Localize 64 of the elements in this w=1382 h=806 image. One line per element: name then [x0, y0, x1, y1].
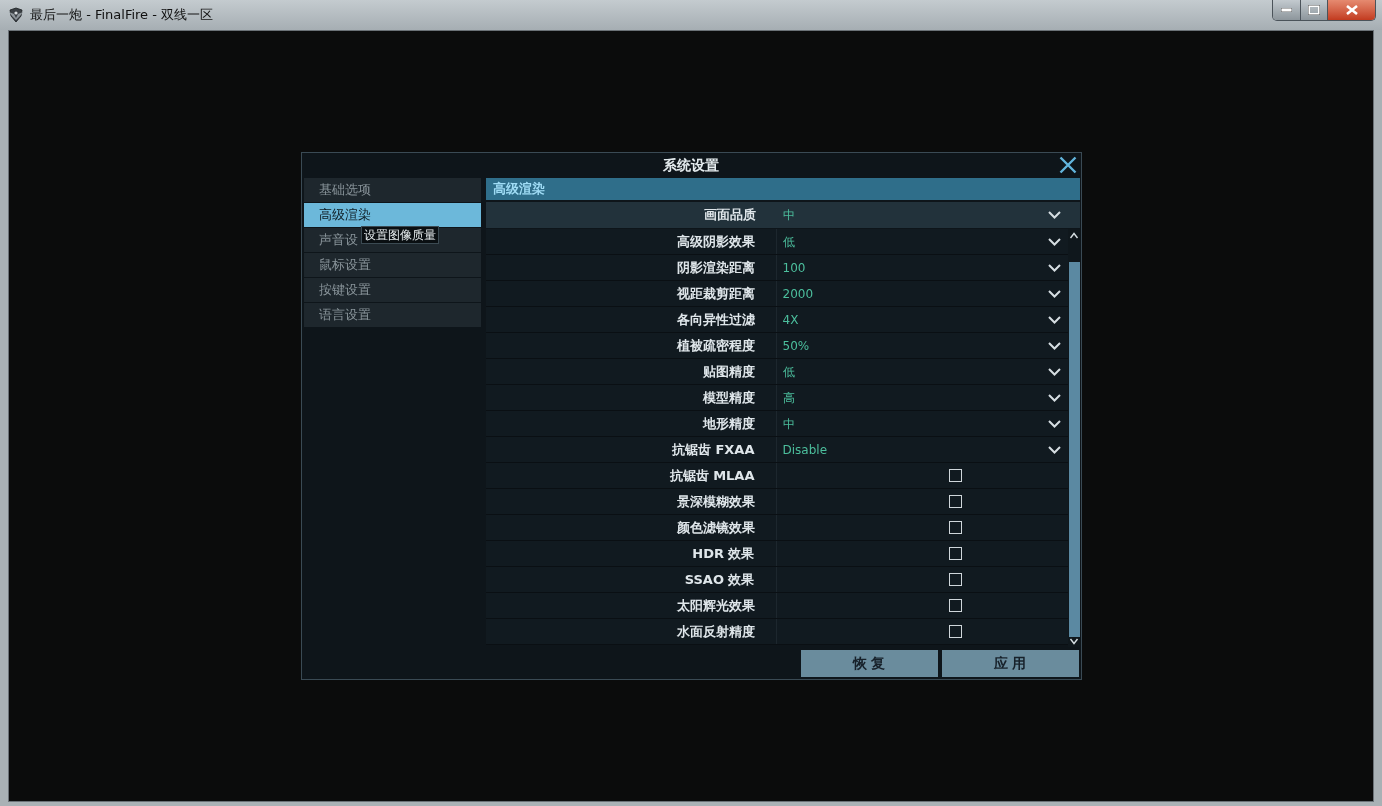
- tooltip: 设置图像质量: [360, 226, 439, 244]
- minimize-button[interactable]: [1273, 0, 1301, 20]
- checkbox[interactable]: [948, 547, 962, 560]
- chevron-down-icon: [1047, 445, 1061, 454]
- setting-label: HDR 效果: [692, 544, 755, 563]
- setting-label: SSAO 效果: [684, 570, 755, 589]
- apply-button[interactable]: 应 用: [941, 650, 1079, 677]
- maximize-button[interactable]: [1301, 0, 1328, 20]
- close-icon: [1345, 5, 1358, 15]
- close-icon: [1058, 156, 1077, 174]
- chevron-down-icon: [1047, 367, 1061, 376]
- chevron-down-icon: [1047, 211, 1061, 219]
- checkbox[interactable]: [948, 521, 962, 534]
- maximize-icon: [1308, 5, 1320, 15]
- setting-label: 高级阴影效果: [676, 232, 755, 251]
- chevron-down-icon: [1047, 393, 1061, 402]
- close-button[interactable]: [1328, 0, 1375, 20]
- chevron-down-icon: [1047, 289, 1061, 298]
- setting-label: 各向异性过滤: [676, 310, 755, 329]
- window-title: 最后一炮 - FinalFire - 双线一区: [30, 6, 214, 25]
- sidebar-tab[interactable]: 语言设置: [303, 303, 481, 327]
- emblem-icon: [8, 7, 24, 23]
- dropdown[interactable]: 低: [776, 359, 1068, 384]
- restore-button[interactable]: 恢 复: [800, 650, 938, 677]
- setting-label: 太阳辉光效果: [676, 596, 755, 615]
- checkbox[interactable]: [948, 625, 962, 638]
- sidebar-tab[interactable]: 高级渲染: [303, 203, 481, 227]
- dropdown[interactable]: 低: [776, 229, 1068, 254]
- setting-label: 抗锯齿 MLAA: [669, 466, 755, 485]
- sidebar-tab[interactable]: 基础选项: [303, 178, 481, 202]
- chevron-down-icon: [1047, 341, 1061, 350]
- checkbox[interactable]: [948, 599, 962, 612]
- setting-label: 颜色滤镜效果: [676, 518, 755, 537]
- setting-label: 景深模糊效果: [676, 492, 755, 511]
- setting-label: 视距裁剪距离: [676, 284, 755, 303]
- setting-label: 模型精度: [702, 388, 755, 407]
- dropdown[interactable]: 中: [776, 202, 1080, 228]
- setting-label: 水面反射精度: [676, 622, 755, 641]
- setting-label: 贴图精度: [702, 362, 755, 381]
- setting-label: 地形精度: [702, 414, 755, 433]
- chevron-down-icon: [1047, 419, 1061, 428]
- close-button[interactable]: [1057, 155, 1078, 175]
- dropdown[interactable]: 100: [776, 255, 1068, 280]
- dropdown[interactable]: 2000: [776, 281, 1068, 306]
- setting-label: 抗锯齿 FXAA: [671, 440, 755, 459]
- dialog-title: 系统设置: [663, 156, 719, 175]
- checkbox[interactable]: [948, 573, 962, 586]
- chevron-down-icon: [1047, 237, 1061, 246]
- checkbox[interactable]: [948, 469, 962, 482]
- chevron-down-icon: [1047, 315, 1061, 324]
- chevron-down-icon: [1047, 263, 1061, 272]
- sidebar-tab[interactable]: 按键设置: [303, 278, 481, 302]
- dropdown[interactable]: 50%: [776, 333, 1068, 358]
- dropdown[interactable]: Disable: [776, 437, 1068, 462]
- minimize-icon: [1281, 8, 1292, 12]
- dropdown[interactable]: 中: [776, 411, 1068, 436]
- setting-label: 阴影渲染距离: [676, 258, 755, 277]
- dropdown[interactable]: 高: [776, 385, 1068, 410]
- setting-label: 植被疏密程度: [676, 336, 755, 355]
- section-header: 高级渲染: [485, 178, 1080, 200]
- dropdown[interactable]: 4X: [776, 307, 1068, 332]
- checkbox[interactable]: [948, 495, 962, 508]
- setting-label: 画面品质: [703, 206, 756, 225]
- sidebar-tab[interactable]: 鼠标设置: [303, 253, 481, 277]
